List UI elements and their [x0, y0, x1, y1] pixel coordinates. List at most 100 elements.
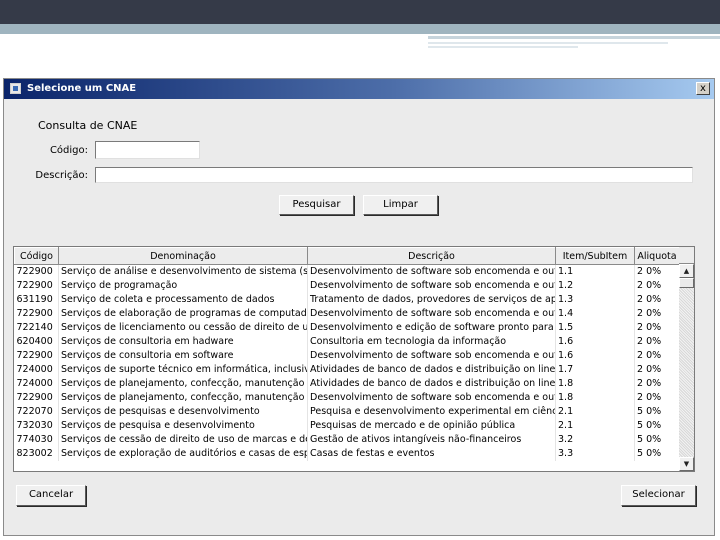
table-row[interactable]: 620400 Serviços de consultoria em hadware… [14, 335, 680, 349]
table-row[interactable]: 823002 Serviços de exploração de auditóri… [14, 447, 680, 461]
scroll-up-icon[interactable]: ▲ [679, 264, 694, 278]
cell-codigo: 722140 [14, 321, 59, 335]
column-header-codigo[interactable]: Código [14, 247, 59, 265]
slide-decor-line [428, 46, 578, 48]
cell-codigo: 722070 [14, 405, 59, 419]
cell-codigo: 722900 [14, 279, 59, 293]
codigo-label: Código: [49, 145, 88, 156]
cell-aliquota: 5 0% [634, 447, 680, 461]
table-row[interactable]: 722900 Serviços de elaboração de programa… [14, 307, 680, 321]
cell-codigo: 722900 [14, 391, 59, 405]
search-button[interactable]: Pesquisar [279, 195, 354, 215]
cell-codigo: 732030 [14, 419, 59, 433]
results-grid: Código Denominação Descrição Item/SubIte… [14, 247, 680, 461]
descricao-input[interactable] [95, 167, 693, 183]
column-header-denominacao[interactable]: Denominação [58, 247, 308, 265]
cell-codigo: 823002 [14, 447, 59, 461]
cell-denominacao: Serviços de planejamento, confecção, man… [58, 377, 308, 391]
table-row[interactable]: 722900 Serviço de programação Desenvolvime… [14, 279, 680, 293]
cell-item: 3.3 [555, 447, 635, 461]
scroll-thumb[interactable] [679, 278, 694, 288]
results-table: Código Denominação Descrição Item/SubIte… [13, 246, 695, 472]
cell-aliquota: 2 0% [634, 307, 680, 321]
cell-aliquota: 2 0% [634, 349, 680, 363]
cell-item: 1.1 [555, 264, 635, 279]
cell-aliquota: 2 0% [634, 264, 680, 279]
cell-item: 1.6 [555, 349, 635, 363]
table-row[interactable]: 774030 Serviços de cessão de direito de u… [14, 433, 680, 447]
cell-denominacao: Serviço de programação [58, 279, 308, 293]
column-header-item[interactable]: Item/SubItem [555, 247, 635, 265]
close-button[interactable]: x [696, 82, 710, 95]
cell-codigo: 774030 [14, 433, 59, 447]
cell-item: 2.1 [555, 405, 635, 419]
cell-aliquota: 5 0% [634, 405, 680, 419]
clear-button[interactable]: Limpar [363, 195, 438, 215]
cell-denominacao: Serviços de cessão de direito de uso de … [58, 433, 308, 447]
cell-codigo: 620400 [14, 335, 59, 349]
cell-aliquota: 2 0% [634, 391, 680, 405]
cell-descricao: Atividades de banco de dados e distribui… [307, 377, 556, 391]
table-scrollbar[interactable]: ▲ ▼ [679, 264, 694, 471]
cell-codigo: 722900 [14, 307, 59, 321]
cell-aliquota: 5 0% [634, 419, 680, 433]
cell-denominacao: Serviços de licenciamento ou cessão de d… [58, 321, 308, 335]
table-row[interactable]: 722070 Serviços de pesquisas e desenvolvi… [14, 405, 680, 419]
cell-descricao: Desenvolvimento de software sob encomend… [307, 279, 556, 293]
scroll-track[interactable] [679, 278, 694, 457]
cell-denominacao: Serviço de coleta e processamento de dad… [58, 293, 308, 307]
cell-item: 2.1 [555, 419, 635, 433]
table-row[interactable]: 724000 Serviços de planejamento, confecçã… [14, 377, 680, 391]
cell-codigo: 724000 [14, 377, 59, 391]
table-row[interactable]: 722900 Serviços de consultoria em softwar… [14, 349, 680, 363]
cell-descricao: Casas de festas e eventos [307, 447, 556, 461]
cell-item: 1.6 [555, 335, 635, 349]
cell-descricao: Desenvolvimento e edição de software pro… [307, 321, 556, 335]
slide-decor-line [428, 36, 720, 39]
scroll-down-icon[interactable]: ▼ [679, 457, 694, 471]
cell-descricao: Gestão de ativos intangíveis não-finance… [307, 433, 556, 447]
select-button[interactable]: Selecionar [621, 485, 696, 506]
cell-item: 3.2 [555, 433, 635, 447]
table-row[interactable]: 732030 Serviços de pesquisa e desenvolvim… [14, 419, 680, 433]
app-icon [10, 83, 21, 94]
column-header-aliquota[interactable]: Aliquota [634, 247, 680, 265]
cell-aliquota: 2 0% [634, 321, 680, 335]
dialog-titlebar[interactable]: Selecione um CNAE x [4, 79, 714, 99]
cell-denominacao: Serviços de pesquisa e desenvolvimento [58, 419, 308, 433]
table-row[interactable]: 722900 Serviço de análise e desenvolvimen… [14, 264, 680, 279]
table-header-corner [679, 247, 694, 264]
cell-item: 1.7 [555, 363, 635, 377]
cell-codigo: 724000 [14, 363, 59, 377]
cell-codigo: 722900 [14, 349, 59, 363]
slide-header-band [0, 24, 720, 34]
cell-descricao: Tratamento de dados, provedores de servi… [307, 293, 556, 307]
cell-denominacao: Serviços de consultoria em software [58, 349, 308, 363]
slide-decor-line [428, 42, 668, 44]
table-row[interactable]: 724000 Serviços de suporte técnico em inf… [14, 363, 680, 377]
cell-descricao: Desenvolvimento de software sob encomend… [307, 391, 556, 405]
cancel-button[interactable]: Cancelar [16, 485, 86, 506]
cell-denominacao: Serviços de elaboração de programas de c… [58, 307, 308, 321]
cell-item: 1.3 [555, 293, 635, 307]
cell-aliquota: 2 0% [634, 293, 680, 307]
table-row[interactable]: 722140 Serviços de licenciamento ou cessã… [14, 321, 680, 335]
cell-item: 1.4 [555, 307, 635, 321]
cell-descricao: Pesquisas de mercado e de opinião públic… [307, 419, 556, 433]
section-title: Consulta de CNAE [38, 119, 138, 132]
cell-descricao: Desenvolvimento de software sob encomend… [307, 307, 556, 321]
cell-aliquota: 2 0% [634, 363, 680, 377]
cell-denominacao: Serviço de análise e desenvolvimento de … [58, 264, 308, 279]
cell-descricao: Desenvolvimento de software sob encomend… [307, 264, 556, 279]
cell-aliquota: 5 0% [634, 433, 680, 447]
cell-descricao: Atividades de banco de dados e distribui… [307, 363, 556, 377]
column-header-descricao[interactable]: Descrição [307, 247, 556, 265]
table-header-row: Código Denominação Descrição Item/SubIte… [14, 247, 680, 265]
table-row[interactable]: 631190 Serviço de coleta e processamento … [14, 293, 680, 307]
codigo-input[interactable] [95, 141, 200, 159]
table-row[interactable]: 722900 Serviços de planejamento, confecçã… [14, 391, 680, 405]
cell-denominacao: Serviços de suporte técnico em informáti… [58, 363, 308, 377]
slide-header-bar [0, 0, 720, 24]
cell-item: 1.5 [555, 321, 635, 335]
cell-denominacao: Serviços de pesquisas e desenvolvimento [58, 405, 308, 419]
